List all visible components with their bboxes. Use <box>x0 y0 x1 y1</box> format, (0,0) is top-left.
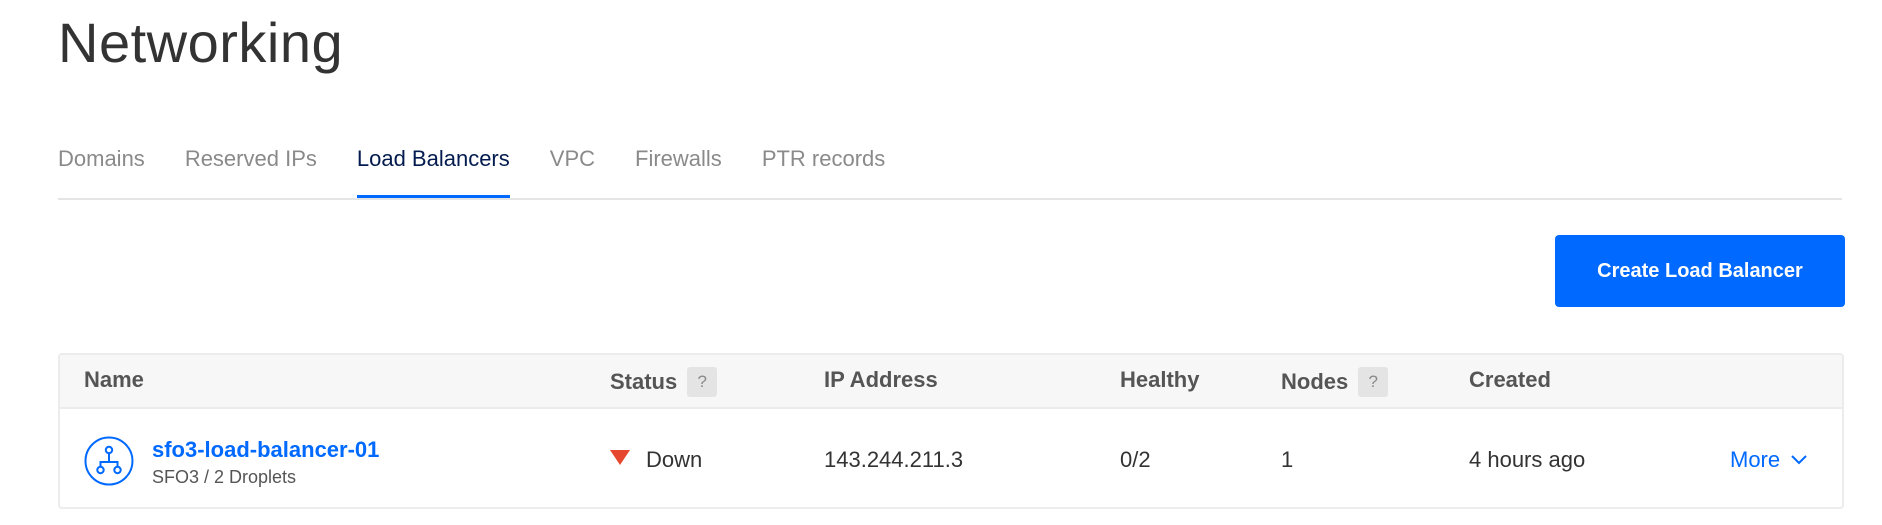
column-header-status-label: Status <box>610 369 678 394</box>
load-balancers-table: Name Status ? IP Address Healthy Nodes ?… <box>58 353 1844 509</box>
tab-ptr-records[interactable]: PTR records <box>762 126 885 196</box>
healthy-cell: 0/2 <box>1120 447 1151 472</box>
tab-reserved-ips[interactable]: Reserved IPs <box>185 126 317 196</box>
column-header-ip[interactable]: IP Address <box>824 367 938 393</box>
created-cell: 4 hours ago <box>1469 447 1586 472</box>
tab-domains[interactable]: Domains <box>58 126 145 196</box>
column-header-name[interactable]: Name <box>84 367 144 393</box>
networking-page: Networking Domains Reserved IPs Load Bal… <box>0 0 1882 525</box>
column-header-status[interactable]: Status ? <box>610 367 718 397</box>
load-balancer-region-droplets: SFO3 / 2 Droplets <box>152 467 297 487</box>
column-header-healthy-label: Healthy <box>1120 367 1200 392</box>
column-header-nodes-label: Nodes <box>1281 369 1349 394</box>
networking-tabs: Domains Reserved IPs Load Balancers VPC … <box>58 126 1842 200</box>
column-header-name-label: Name <box>84 367 144 392</box>
table-row: sfo3-load-balancer-01 SFO3 / 2 Droplets … <box>60 409 1842 507</box>
more-menu-button[interactable]: More <box>1730 447 1808 473</box>
chevron-down-icon <box>1791 455 1807 465</box>
load-balancer-icon <box>84 436 134 486</box>
column-header-healthy[interactable]: Healthy <box>1120 367 1199 393</box>
ip-address-cell: 143.244.211.3 <box>824 447 964 472</box>
status-cell: Down <box>610 447 702 473</box>
more-label: More <box>1730 447 1781 472</box>
status-down-icon <box>610 449 630 465</box>
column-header-created-label: Created <box>1469 367 1551 392</box>
status-help-icon[interactable]: ? <box>687 367 718 397</box>
tab-firewalls[interactable]: Firewalls <box>635 126 722 196</box>
table-header: Name Status ? IP Address Healthy Nodes ?… <box>60 355 1842 409</box>
nodes-cell: 1 <box>1281 447 1294 472</box>
tab-vpc[interactable]: VPC <box>550 126 595 196</box>
create-load-balancer-button[interactable]: Create Load Balancer <box>1555 235 1845 307</box>
nodes-help-icon[interactable]: ? <box>1358 367 1389 397</box>
page-title: Networking <box>58 11 344 74</box>
load-balancer-name-link[interactable]: sfo3-load-balancer-01 <box>152 437 379 463</box>
column-header-ip-label: IP Address <box>824 367 938 392</box>
column-header-nodes[interactable]: Nodes ? <box>1281 367 1389 397</box>
status-text: Down <box>646 447 703 472</box>
column-header-created[interactable]: Created <box>1469 367 1551 393</box>
tab-load-balancers[interactable]: Load Balancers <box>356 126 510 198</box>
